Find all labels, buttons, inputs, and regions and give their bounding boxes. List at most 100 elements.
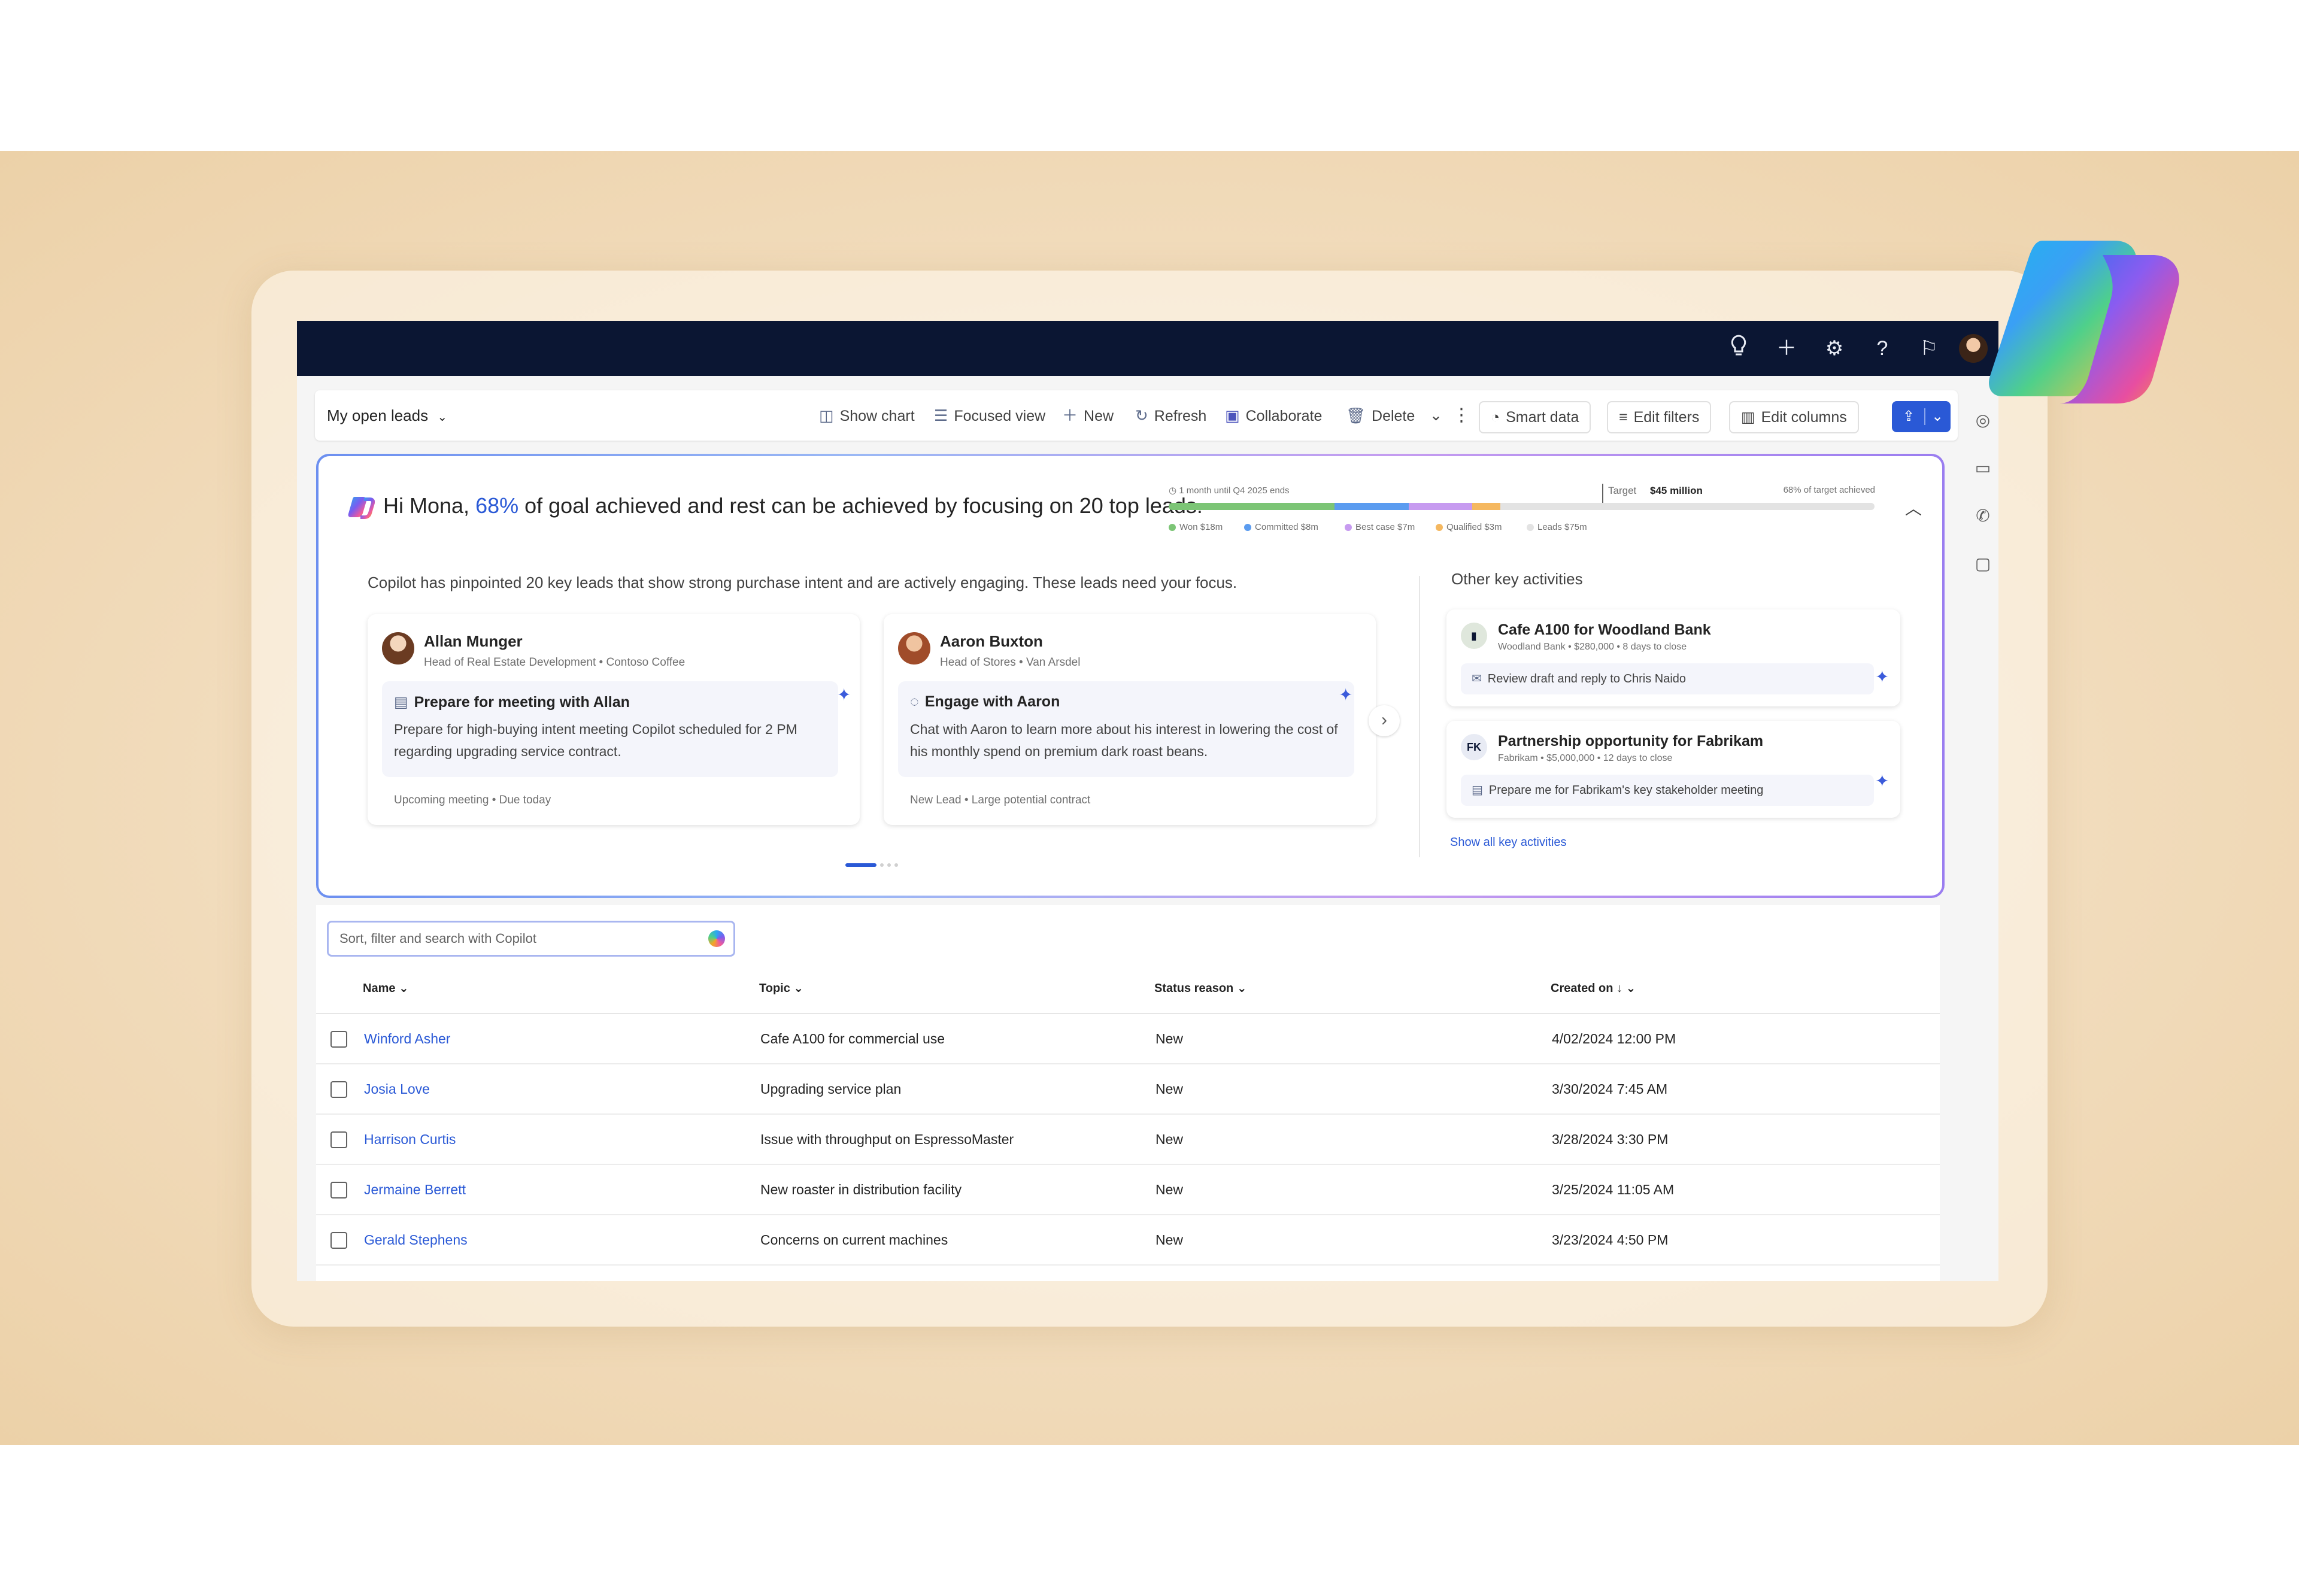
goal-progress-widget: ◷ 1 month until Q4 2025 ends Target $45 … <box>1169 484 1905 539</box>
page-dot[interactable] <box>880 863 884 867</box>
comment-icon[interactable]: ▢ <box>1972 553 1994 575</box>
row-checkbox[interactable] <box>330 1232 347 1249</box>
topic-cell: Cafe A100 for commercial use <box>760 1031 945 1046</box>
page-dot[interactable] <box>887 863 891 867</box>
copilot-intro-text: Copilot has pinpointed 20 key leads that… <box>368 574 1238 591</box>
activity-card[interactable]: FK Partnership opportunity for Fabrikam … <box>1446 721 1900 818</box>
legend-item: Leads $75m <box>1527 522 1587 532</box>
row-checkbox[interactable] <box>330 1182 347 1198</box>
copilot-icon[interactable] <box>708 930 725 947</box>
collapse-chevron-icon[interactable]: ︿ <box>1905 496 1922 520</box>
filter-icon: ≡ <box>1619 409 1628 426</box>
progress-segment <box>1500 503 1875 510</box>
goal-percentage: 68% <box>475 493 519 518</box>
avatar[interactable] <box>1959 334 1988 363</box>
table-row[interactable]: Jermaine Berrett New roaster in distribu… <box>316 1165 1940 1215</box>
row-checkbox[interactable] <box>330 1081 347 1098</box>
feedback-icon[interactable]: ⚐ <box>1915 334 1943 363</box>
column-header-status[interactable]: Status reason ⌄ <box>1154 981 1247 996</box>
table-row[interactable]: Harrison Curtis Issue with throughput on… <box>316 1115 1940 1165</box>
lead-name-link[interactable]: Winford Asher <box>364 1014 450 1063</box>
created-cell: 3/30/2024 7:45 AM <box>1552 1081 1668 1097</box>
show-chart-button[interactable]: ◫ Show chart <box>819 390 915 441</box>
show-all-activities-link[interactable]: Show all key activities <box>1450 836 1567 849</box>
plus-icon: ＋ <box>1062 406 1078 424</box>
copilot-rail-icon[interactable]: ◎ <box>1972 409 1994 431</box>
activity-action-text: Prepare me for Fabrikam's key stakeholde… <box>1488 784 1764 797</box>
column-label: Name <box>363 982 396 995</box>
share-split-button[interactable]: ⇪ ⌄ <box>1892 401 1951 432</box>
copilot-focus-card: Hi Mona, 68% of goal achieved and rest c… <box>316 454 1945 898</box>
legend-dot <box>1345 524 1352 532</box>
lead-name-link[interactable]: Harrison Curtis <box>364 1115 456 1164</box>
table-row[interactable]: Winford Asher Cafe A100 for commercial u… <box>316 1014 1940 1064</box>
row-checkbox[interactable] <box>330 1131 347 1148</box>
more-options-icon[interactable]: ⋮ <box>1452 390 1470 441</box>
collaborate-button[interactable]: ▣ Collaborate <box>1225 390 1322 441</box>
view-selector[interactable]: My open leads ⌄ <box>327 390 447 441</box>
refresh-button[interactable]: ↻ Refresh <box>1135 390 1206 441</box>
edit-filters-button[interactable]: ≡ Edit filters <box>1607 401 1712 433</box>
column-header-topic[interactable]: Topic ⌄ <box>759 981 803 996</box>
lightbulb-icon[interactable] <box>1724 334 1753 363</box>
settings-icon[interactable]: ⚙ <box>1820 334 1849 363</box>
suggested-action[interactable]: ◌ Engage with Aaron Chat with Aaron to le… <box>898 681 1354 777</box>
trash-icon: 🗑 <box>1346 406 1366 424</box>
table-row[interactable]: Josia Love Upgrading service plan New 3/… <box>316 1064 1940 1115</box>
smart-data-button[interactable]: ◔ Smart data <box>1479 401 1591 433</box>
section-divider <box>1419 576 1420 857</box>
phone-icon[interactable]: ✆ <box>1972 505 1994 527</box>
status-cell: New <box>1155 1182 1184 1197</box>
topic-cell: Issue with throughput on EspressoMaster <box>760 1131 1014 1147</box>
activity-action[interactable]: ▤ Prepare me for Fabrikam's key stakehold… <box>1461 775 1874 806</box>
right-side-rail: ◎ ▭ ✆ ▢ <box>1967 376 1998 1281</box>
progress-segment <box>1334 503 1409 510</box>
chevron-down-icon[interactable]: ⌄ <box>1931 401 1943 432</box>
delete-button[interactable]: 🗑 Delete <box>1346 390 1415 441</box>
new-button[interactable]: ＋ New <box>1062 390 1114 441</box>
carousel-next-button[interactable]: › <box>1369 705 1400 736</box>
lead-name-link[interactable]: Gerald Stephens <box>364 1215 468 1264</box>
activity-action-text: Review draft and reply to Chris Naido <box>1487 672 1687 685</box>
table-row[interactable]: Gerald Stephens Concerns on current mach… <box>316 1215 1940 1266</box>
fabrikam-logo: FK <box>1461 734 1487 760</box>
suggested-action[interactable]: ▤ Prepare for meeting with Allan Prepare … <box>382 681 838 777</box>
progress-segment <box>1169 503 1334 510</box>
sparkle-icon[interactable]: ✦ <box>1875 771 1889 791</box>
lead-card[interactable]: Aaron Buxton Head of Stores • Van Arsdel… <box>884 614 1376 825</box>
page-dot[interactable] <box>894 863 898 867</box>
share-icon: ⇪ <box>1903 408 1915 424</box>
lead-name-link[interactable]: Jermaine Berrett <box>364 1165 466 1214</box>
chat-bubble-icon: ◌ <box>910 693 919 710</box>
lead-subtitle: Head of Real Estate Development • Contos… <box>424 656 686 669</box>
table-row-partial[interactable] <box>316 1266 1940 1281</box>
plus-icon[interactable]: ＋ <box>1772 334 1801 363</box>
sparkle-icon[interactable]: ✦ <box>1339 685 1352 705</box>
column-header-created[interactable]: Created on ↓ ⌄ <box>1551 981 1636 996</box>
activity-action[interactable]: ✉ Review draft and reply to Chris Naido <box>1461 663 1874 694</box>
action-title: Engage with Aaron <box>924 693 1060 710</box>
sparkle-icon[interactable]: ✦ <box>837 685 851 705</box>
chevron-down-icon: ⌄ <box>437 411 448 424</box>
row-checkbox[interactable] <box>330 1031 347 1048</box>
copilot-search-input[interactable]: Sort, filter and search with Copilot <box>327 921 735 957</box>
copilot-icon <box>348 497 375 520</box>
help-icon[interactable]: ? <box>1868 334 1897 363</box>
activity-card[interactable]: ▮ Cafe A100 for Woodland Bank Woodland B… <box>1446 609 1900 706</box>
mail-icon: ✉ <box>1472 672 1482 685</box>
lead-name-link[interactable]: Josia Love <box>364 1064 430 1113</box>
focused-view-button[interactable]: ☰ Focused view <box>934 390 1045 441</box>
action-description: Prepare for high-buying intent meeting C… <box>394 721 797 759</box>
edit-filters-label: Edit filters <box>1633 409 1700 426</box>
delete-dropdown-chevron-icon[interactable]: ⌄ <box>1430 390 1442 441</box>
lead-card[interactable]: Allan Munger Head of Real Estate Develop… <box>368 614 860 825</box>
app-window: ＋ ⚙ ? ⚐ My open leads ⌄ ◫ Show chart ☰ Foc… <box>297 321 1998 1281</box>
action-title: Prepare for meeting with Allan <box>414 694 630 711</box>
edit-columns-button[interactable]: ▥ Edit columns <box>1729 401 1859 433</box>
sparkle-icon[interactable]: ✦ <box>1875 667 1889 687</box>
command-bar: My open leads ⌄ ◫ Show chart ☰ Focused vie… <box>315 390 1958 441</box>
column-header-name[interactable]: Name ⌄ <box>363 981 409 996</box>
page-dot-active[interactable] <box>845 863 876 867</box>
topic-cell: New roaster in distribution facility <box>760 1182 962 1197</box>
chat-icon[interactable]: ▭ <box>1972 457 1994 479</box>
